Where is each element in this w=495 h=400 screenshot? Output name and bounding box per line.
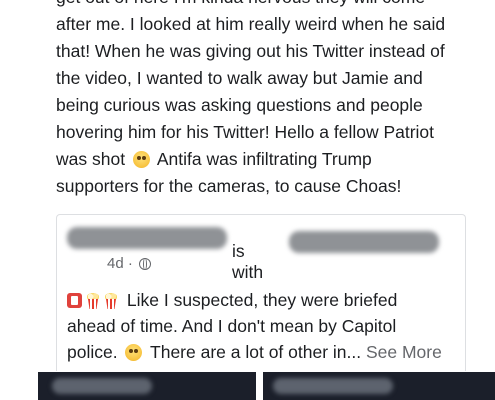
shared-line-text: police. — [67, 342, 118, 362]
red-box-icon — [67, 293, 82, 308]
popcorn-icon — [104, 293, 118, 309]
timestamp[interactable]: 4d · — [107, 255, 133, 272]
post-line: was shot Antifa was infiltrating Trump — [56, 146, 486, 173]
shared-line: Like I suspected, they were briefed — [67, 287, 462, 313]
flushed-face-emoji — [132, 151, 150, 168]
see-more-link[interactable]: See More — [366, 342, 442, 362]
shared-line-text: There are a lot of other in... — [150, 342, 362, 362]
shared-post-text: Like I suspected, they were briefed ahea… — [67, 287, 462, 365]
post-line-segment: was shot — [56, 149, 126, 169]
redacted-bar-text — [52, 378, 152, 394]
shared-post-card[interactable]: is with 4d · Like I suspected, they were… — [56, 214, 466, 371]
bottom-bar-left[interactable] — [38, 372, 256, 400]
facebook-post: get out of here I'm kinda nervous they w… — [0, 0, 495, 400]
post-body-text: get out of here I'm kinda nervous they w… — [56, 0, 486, 200]
post-line: supporters for the cameras, to cause Cho… — [56, 176, 402, 196]
popcorn-icon — [86, 293, 100, 309]
with-label: is with — [232, 241, 264, 282]
shared-line-text: Like I suspected, they were briefed — [126, 290, 398, 310]
post-line: that! When he was giving out his Twitter… — [56, 41, 445, 61]
shared-line: police. There are a lot of other in... S… — [67, 339, 462, 365]
post-line: being curious was asking questions and p… — [56, 95, 423, 115]
globe-icon — [138, 257, 151, 270]
post-line: the video, I wanted to walk away but Jam… — [56, 68, 423, 88]
post-line-segment: Antifa was infiltrating Trump — [156, 149, 372, 169]
redacted-tagged-name — [289, 231, 439, 253]
bottom-bar-right[interactable] — [263, 372, 495, 400]
relieved-face-emoji — [125, 344, 143, 361]
shared-line: ahead of time. And I don't mean by Capit… — [67, 316, 397, 336]
post-line: hovering him for his Twitter! Hello a fe… — [56, 122, 435, 142]
redacted-author-name — [67, 227, 227, 249]
post-line: after me. I looked at him really weird w… — [56, 14, 446, 34]
post-line: get out of here I'm kinda nervous they w… — [56, 0, 486, 11]
redacted-bar-text — [273, 378, 393, 394]
shared-post-meta: 4d · — [107, 255, 151, 272]
